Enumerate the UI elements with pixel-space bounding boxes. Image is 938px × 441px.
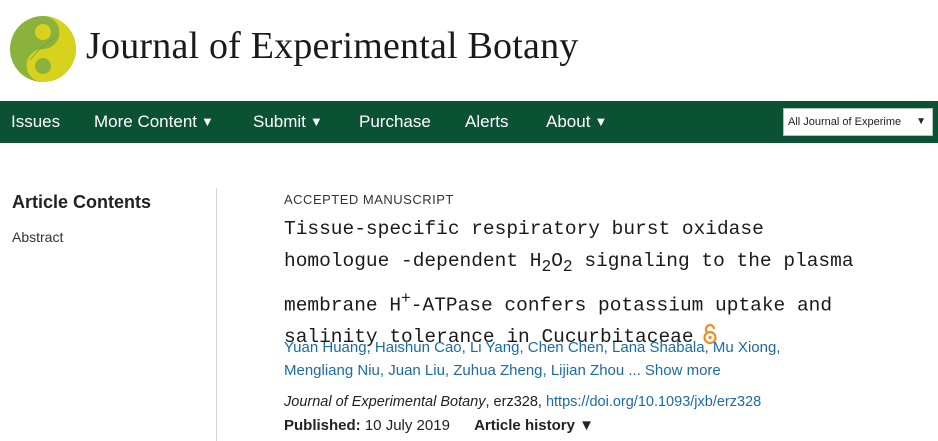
title-line: membrane H+-ATPase confers potassium upt… bbox=[284, 283, 904, 322]
nav-more-content[interactable]: More Content ▼ bbox=[94, 101, 214, 143]
site-header: Journal of Experimental Botany bbox=[0, 0, 938, 100]
nav-alerts-label: Alerts bbox=[465, 112, 509, 131]
citation-journal: Journal of Experimental Botany bbox=[284, 394, 486, 410]
chevron-down-icon: ▼ bbox=[309, 114, 323, 129]
chevron-down-icon: ▼ bbox=[916, 116, 926, 127]
subscript-2: 2 bbox=[541, 256, 552, 276]
authors-line: Mengliang Niu, Juan Liu, Zuhua Zheng, Li… bbox=[284, 359, 884, 382]
citation-id: , erz328, bbox=[485, 394, 542, 410]
published-label: Published: bbox=[284, 417, 361, 434]
title-line: homologue -dependent H2O2 signaling to t… bbox=[284, 245, 904, 283]
nav-submit[interactable]: Submit ▼ bbox=[253, 101, 323, 143]
title-fragment: membrane H bbox=[284, 294, 402, 317]
published-info: Published: 10 July 2019 Article history … bbox=[284, 417, 594, 434]
search-scope-value: All Journal of Experime bbox=[788, 116, 902, 128]
superscript-plus: + bbox=[401, 288, 411, 308]
nav-alerts[interactable]: Alerts bbox=[465, 101, 508, 143]
title-line: Tissue-specific respiratory burst oxidas… bbox=[284, 218, 764, 240]
sidebar-item-abstract[interactable]: Abstract bbox=[12, 229, 63, 245]
chevron-down-icon: ▼ bbox=[201, 114, 214, 129]
article-history-label: Article history bbox=[474, 417, 575, 434]
article-contents-heading: Article Contents bbox=[12, 192, 152, 212]
doi-link[interactable]: https://doi.org/10.1093/jxb/erz328 bbox=[546, 394, 761, 410]
nav-submit-label: Submit bbox=[253, 112, 306, 131]
citation: Journal of Experimental Botany, erz328, … bbox=[284, 394, 761, 410]
subscript-2: 2 bbox=[562, 256, 573, 276]
authors-line-text[interactable]: Mengliang Niu, Juan Liu, Zuhua Zheng, Li… bbox=[284, 362, 641, 379]
authors-line[interactable]: Yuan Huang, Haishun Cao, Li Yang, Chen C… bbox=[284, 336, 884, 359]
journal-title[interactable]: Journal of Experimental Botany bbox=[86, 24, 579, 68]
manuscript-status-badge: ACCEPTED MANUSCRIPT bbox=[284, 192, 454, 207]
nav-issues-label: Issues bbox=[11, 112, 61, 131]
nav-issues[interactable]: Issues bbox=[11, 101, 60, 143]
title-fragment: signaling to the plasma bbox=[572, 250, 854, 272]
nav-about[interactable]: About ▼ bbox=[546, 101, 607, 143]
chevron-down-icon: ▼ bbox=[579, 417, 594, 434]
published-date: 10 July 2019 bbox=[364, 417, 450, 434]
nav-purchase-label: Purchase bbox=[359, 112, 431, 131]
title-fragment: O bbox=[551, 250, 563, 272]
journal-logo-icon[interactable] bbox=[8, 14, 78, 84]
sidebar-divider bbox=[216, 188, 217, 441]
nav-more-content-label: More Content bbox=[94, 112, 197, 131]
nav-about-label: About bbox=[546, 112, 591, 131]
chevron-down-icon: ▼ bbox=[594, 114, 608, 129]
search-scope-select[interactable]: All Journal of Experime ▼ bbox=[783, 108, 933, 136]
article-history-toggle[interactable]: Article history ▼ bbox=[474, 417, 594, 434]
author-list: Yuan Huang, Haishun Cao, Li Yang, Chen C… bbox=[284, 336, 884, 382]
article-title: Tissue-specific respiratory burst oxidas… bbox=[284, 213, 904, 353]
nav-purchase[interactable]: Purchase bbox=[359, 101, 431, 143]
title-fragment: -ATPase confers potassium uptake and bbox=[410, 294, 833, 317]
title-fragment: homologue -dependent H bbox=[284, 250, 542, 272]
show-more-link[interactable]: Show more bbox=[645, 362, 721, 379]
